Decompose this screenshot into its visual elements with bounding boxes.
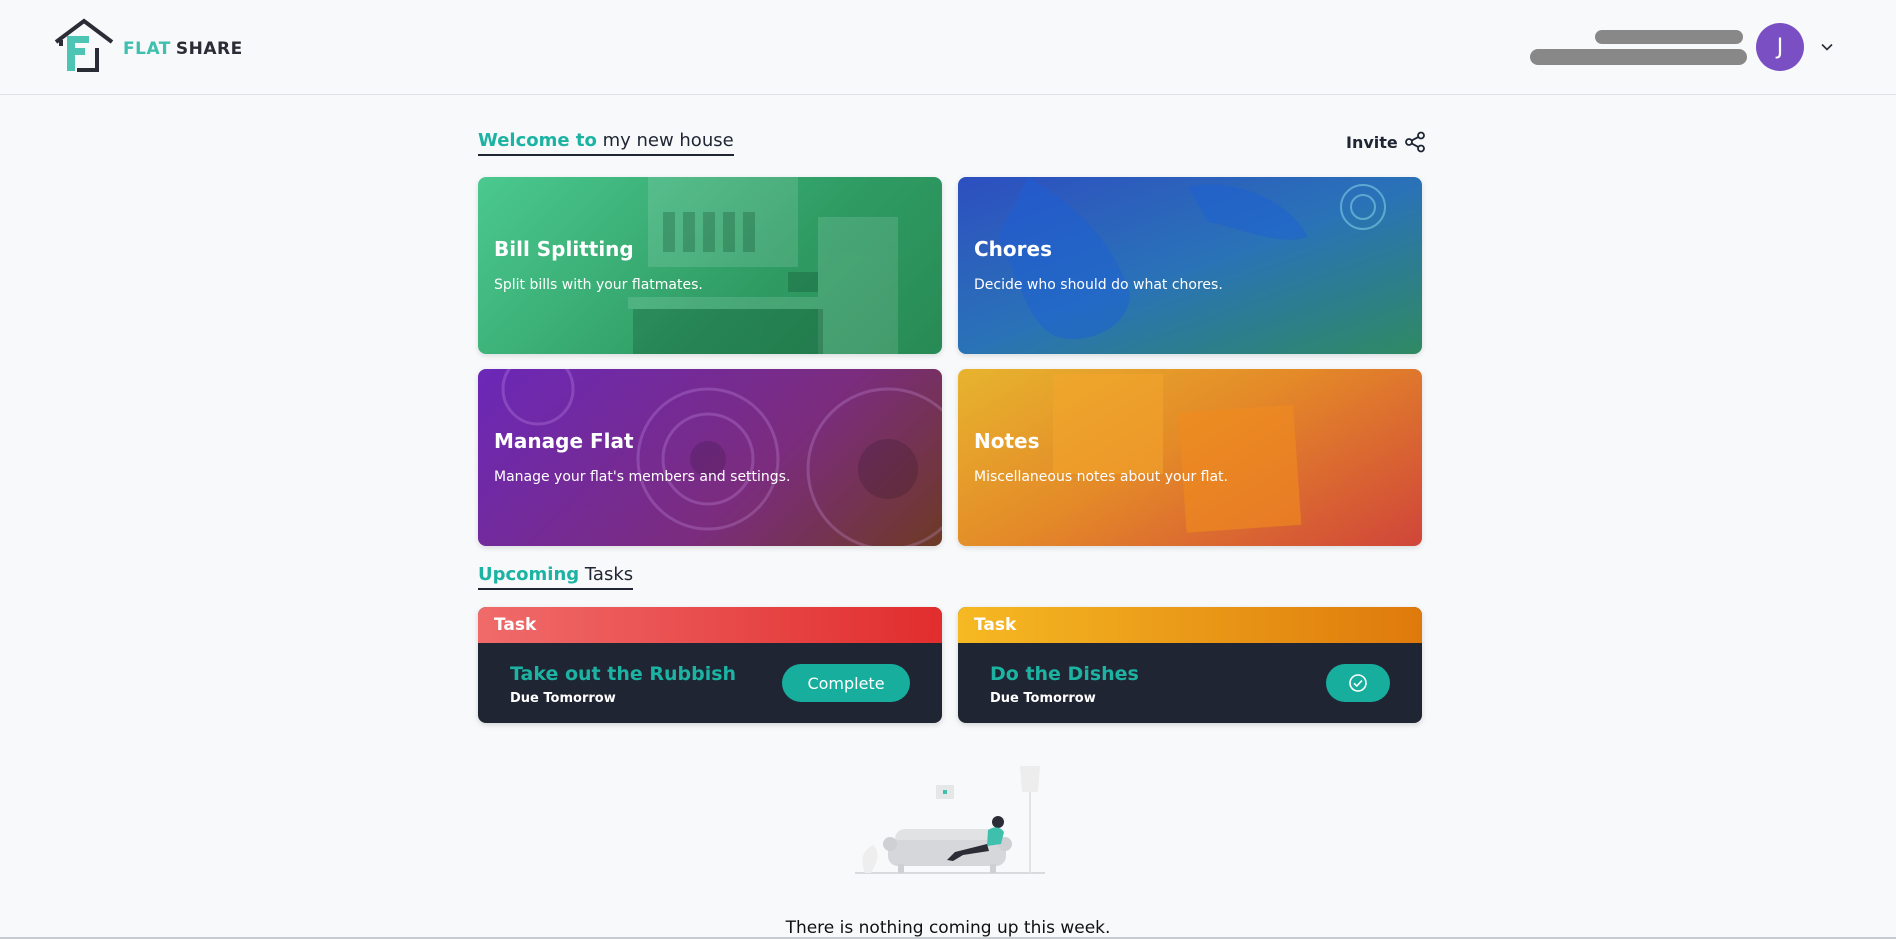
card-description: Split bills with your flatmates. — [494, 277, 703, 293]
task-title: Take out the Rubbish — [510, 663, 737, 685]
logo-word-share: SHARE — [175, 39, 243, 59]
avatar[interactable]: J — [1756, 23, 1804, 71]
upcoming-tasks-heading: Upcoming Tasks — [478, 564, 634, 590]
upcoming-rest: Tasks — [584, 564, 634, 585]
task-header: Task — [958, 607, 1422, 643]
card-title: Chores — [974, 237, 1052, 261]
house-logo-icon — [54, 18, 114, 72]
complete-check-button[interactable] — [1326, 664, 1390, 702]
redacted-bar — [1530, 49, 1747, 65]
redacted-bar — [1595, 30, 1743, 44]
kitchen-photo — [628, 177, 898, 354]
notes-card[interactable]: Notes Miscellaneous notes about your fla… — [958, 369, 1422, 546]
share-icon — [1404, 131, 1425, 153]
task-card: Task Do the Dishes Due Tomorrow — [958, 607, 1422, 723]
top-header: FLAT SHARE J — [0, 0, 1896, 95]
welcome-heading: Welcome to my new house — [478, 130, 734, 156]
user-name-redacted — [1530, 28, 1748, 68]
house-name: my new house — [602, 130, 734, 151]
task-due-date: Due Tomorrow — [990, 691, 1096, 706]
sticky-notes-photo — [1053, 374, 1302, 533]
welcome-accent: Welcome to — [478, 130, 597, 151]
card-description: Miscellaneous notes about your flat. — [974, 469, 1228, 485]
gloves-photo — [998, 177, 1386, 339]
card-description: Manage your flat's members and settings. — [494, 469, 791, 485]
upcoming-accent: Upcoming — [478, 564, 580, 585]
task-title: Do the Dishes — [990, 663, 1139, 685]
card-description: Decide who should do what chores. — [974, 277, 1223, 293]
invite-button[interactable]: Invite — [1346, 131, 1426, 153]
card-title: Notes — [974, 429, 1040, 453]
bill-splitting-card[interactable]: Bill Splitting Split bills with your fla… — [478, 177, 942, 354]
complete-button[interactable]: Complete — [782, 664, 910, 702]
chores-card[interactable]: Chores Decide who should do what chores. — [958, 177, 1422, 354]
check-circle-icon — [1349, 674, 1367, 692]
chevron-down-icon[interactable] — [1820, 40, 1834, 54]
task-header: Task — [478, 607, 942, 643]
relaxing-person-illustration — [855, 766, 1045, 874]
task-due-date: Due Tomorrow — [510, 691, 616, 706]
card-title: Bill Splitting — [494, 237, 634, 261]
gears-photo — [501, 369, 942, 546]
empty-state-message: There is nothing coming up this week. — [785, 918, 1111, 938]
task-card: Task Take out the Rubbish Due Tomorrow C… — [478, 607, 942, 723]
card-title: Manage Flat — [494, 429, 634, 453]
logo-word-flat: FLAT — [123, 39, 171, 59]
manage-flat-card[interactable]: Manage Flat Manage your flat's members a… — [478, 369, 942, 546]
invite-label: Invite — [1346, 132, 1398, 152]
flatshare-logo[interactable]: FLAT SHARE — [53, 18, 243, 74]
